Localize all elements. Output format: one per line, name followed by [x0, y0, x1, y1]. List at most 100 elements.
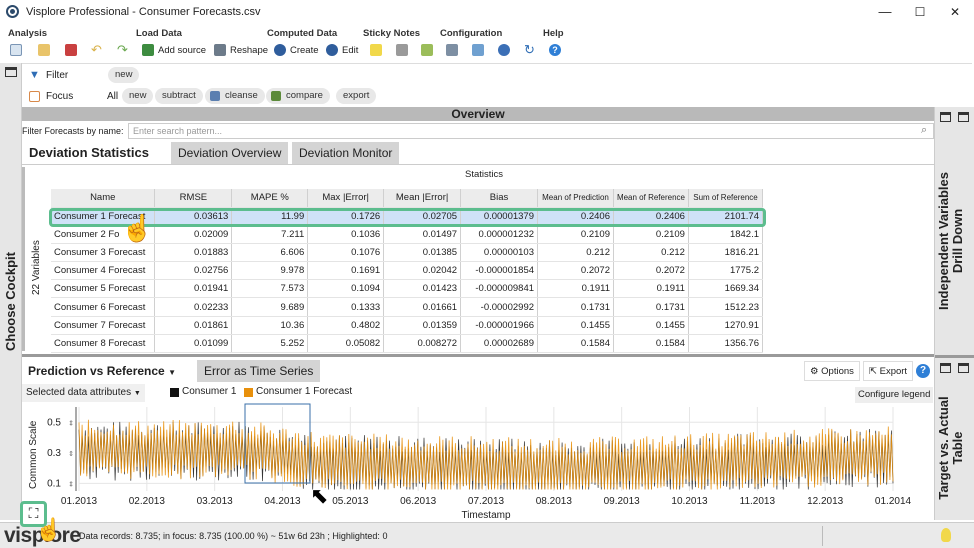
new-file-icon[interactable]	[10, 44, 22, 56]
undo-icon[interactable]: ↶	[91, 42, 102, 58]
list-icon[interactable]	[446, 44, 458, 56]
column-header[interactable]: Mean of Reference	[613, 189, 689, 208]
table-cell: 0.01385	[383, 243, 462, 263]
scroll-indicator[interactable]	[22, 167, 25, 351]
panel-toggle-icon[interactable]	[958, 112, 969, 122]
create-button[interactable]: Create	[274, 42, 319, 58]
x-tick-label: 02.2013	[129, 496, 166, 507]
close-button[interactable]: ✕	[946, 3, 964, 21]
table-cell: 0.1455	[537, 316, 614, 335]
target-vs-actual-label[interactable]: Target vs. Actual Table	[936, 393, 965, 503]
tab-deviation-overview[interactable]: Deviation Overview	[171, 142, 289, 164]
table-cell: 0.02756	[154, 261, 233, 281]
hand-cursor-icon: ☝	[35, 517, 63, 542]
column-header[interactable]: Mean of Prediction	[537, 189, 614, 208]
table-cell: 1512.23	[688, 297, 764, 317]
table-cell: 0.212	[537, 243, 614, 263]
table-cell: 0.1036	[307, 225, 385, 244]
ribbon: Analysis Load Data Computed Data Sticky …	[0, 24, 974, 62]
search-input[interactable]: Enter search pattern...	[128, 123, 934, 139]
tab-deviation-statistics[interactable]: Deviation Statistics	[22, 142, 156, 164]
search-label: Filter Forecasts by name:	[22, 126, 124, 136]
tab-error-time-series[interactable]: Error as Time Series	[197, 360, 321, 382]
tab-deviation-monitor[interactable]: Deviation Monitor	[292, 142, 400, 164]
legend-swatch	[170, 388, 179, 397]
column-header[interactable]: RMSE	[154, 189, 233, 208]
add-source-button[interactable]: Add source	[142, 42, 206, 58]
y-spin-icon: ⇕	[68, 480, 74, 488]
y-tick-label: 0.5	[47, 417, 61, 428]
panel-toggle-icon[interactable]	[940, 363, 951, 373]
subtract-button[interactable]: subtract	[155, 88, 203, 104]
table-row[interactable]: Consumer 5 Forecast 0.01941 7.573 0.1094 0.0…	[51, 279, 764, 299]
table-cell: 0.212	[613, 243, 689, 263]
panel-toggle-icon[interactable]	[5, 67, 17, 77]
column-header[interactable]: Max |Error|	[307, 189, 385, 208]
refresh-icon[interactable]: ↻	[524, 42, 535, 58]
table-cell: 0.01861	[154, 316, 233, 335]
config-icon[interactable]	[498, 44, 510, 56]
note-settings-icon[interactable]	[421, 44, 433, 56]
reshape-button[interactable]: Reshape	[214, 42, 268, 58]
minimize-button[interactable]: —	[876, 3, 894, 21]
help-icon[interactable]: ?	[549, 44, 561, 56]
group-help: Help	[543, 28, 564, 39]
overview-header: Overview	[22, 107, 934, 121]
redo-icon[interactable]: ↷	[117, 42, 128, 58]
save-icon[interactable]	[65, 44, 77, 56]
row-axis-label: 22 Variables	[31, 240, 42, 295]
table-row[interactable]: Consumer 2 Fo 0.02009 7.211 0.1036 0.01497 0.…	[51, 225, 764, 244]
independent-variables-drill-down-label[interactable]: Independent Variables Drill Down	[936, 171, 965, 311]
column-header[interactable]: MAPE %	[231, 189, 309, 208]
x-axis-label: Timestamp	[461, 510, 511, 520]
table-cell: -0.000009841	[460, 279, 539, 299]
options-button[interactable]: ⚙ Options	[804, 361, 860, 381]
column-header[interactable]: Bias	[460, 189, 539, 208]
panel-toggle-icon[interactable]	[940, 112, 951, 122]
open-folder-icon[interactable]	[38, 44, 50, 56]
trash-icon[interactable]	[396, 44, 408, 56]
maximize-button[interactable]: ☐	[911, 3, 929, 21]
table-cell: 0.1455	[613, 316, 689, 335]
focus-new-button[interactable]: new	[122, 88, 154, 104]
x-tick-label: 01.2013	[61, 496, 98, 507]
sticky-note-icon[interactable]	[370, 44, 382, 56]
table-row[interactable]: Consumer 3 Forecast 0.01883 6.606 0.1076 0.0…	[51, 243, 764, 263]
configure-legend-button[interactable]: Configure legend	[855, 387, 934, 403]
panel-splitter[interactable]	[935, 355, 974, 358]
selected-attributes-dropdown[interactable]: Selected data attributes ▼	[22, 384, 145, 402]
table-row[interactable]: Consumer 8 Forecast 0.01099 5.252 0.05082 0.…	[51, 334, 764, 354]
table-cell: 0.000001232	[460, 225, 539, 244]
table-row[interactable]: Consumer 6 Forecast 0.02233 9.689 0.1333 0.0…	[51, 297, 764, 317]
table-cell: 0.01497	[383, 225, 462, 244]
table-row[interactable]: Consumer 4 Forecast 0.02756 9.978 0.1691 0.0…	[51, 261, 764, 281]
help-icon[interactable]: ?	[916, 364, 930, 378]
compare-button[interactable]: compare	[266, 88, 330, 104]
table-cell: 1356.76	[688, 334, 764, 354]
focus-all[interactable]: All	[107, 91, 118, 102]
table-cell: 5.252	[231, 334, 309, 354]
column-header[interactable]: Sum of Reference	[688, 189, 764, 208]
export-icon: ⇱	[869, 366, 877, 377]
cleanse-icon	[210, 91, 220, 101]
column-header[interactable]: Mean |Error|	[383, 189, 462, 208]
filter-new-button[interactable]: new	[108, 67, 140, 83]
table-cell: -0.00002992	[460, 297, 539, 317]
title-bar: Visplore Professional - Consumer Forecas…	[0, 0, 974, 24]
cleanse-button[interactable]: cleanse	[205, 88, 265, 104]
export-focus-button[interactable]: export	[336, 88, 377, 104]
import-config-icon[interactable]	[472, 44, 484, 56]
dropdown-icon: ▼	[168, 368, 176, 377]
table-cell: 0.1584	[537, 334, 614, 354]
panel-toggle-icon[interactable]	[958, 363, 969, 373]
time-series-chart[interactable]: 01.2013 02.2013 03.2013 04.2013 05.2013 06.20…	[22, 403, 934, 520]
column-header[interactable]: Name	[51, 189, 156, 208]
table-cell: Consumer 7 Forecast	[51, 316, 156, 335]
table-row[interactable]: Consumer 7 Forecast 0.01861 10.36 0.4802 0.0…	[51, 316, 764, 335]
edit-button[interactable]: Edit	[326, 42, 358, 58]
lightbulb-icon[interactable]	[941, 528, 951, 542]
export-button[interactable]: ⇱ Export	[863, 361, 914, 381]
table-cell: 0.1731	[537, 297, 614, 317]
choose-cockpit-label[interactable]: Choose Cockpit	[3, 252, 18, 351]
tab-prediction-vs-reference[interactable]: Prediction vs Reference ▼	[22, 360, 194, 382]
